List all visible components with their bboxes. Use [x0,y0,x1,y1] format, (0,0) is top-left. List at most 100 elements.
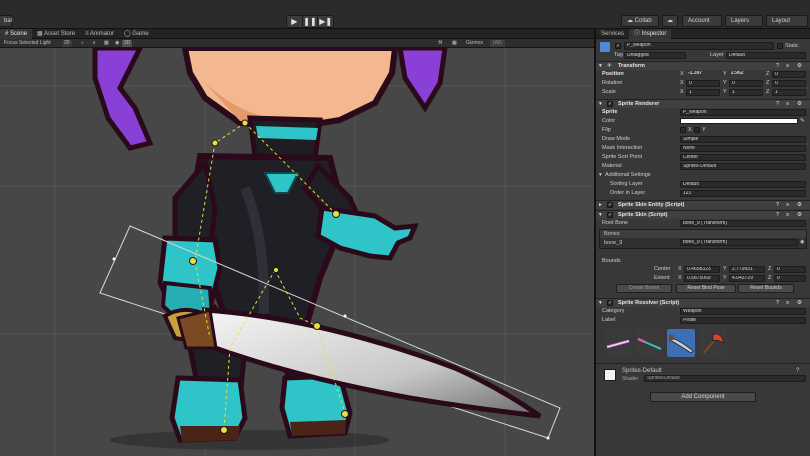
layout-dropdown[interactable]: Layout [766,15,808,27]
preset-icon[interactable]: ≡ [786,201,789,210]
tab-animator[interactable]: ≡ Animator [80,29,119,39]
bone-joint-shoulder[interactable] [211,139,219,147]
active-checkbox[interactable]: ✓ [615,43,621,49]
object-name-field[interactable]: P_weapon [624,42,774,50]
flip-x-checkbox[interactable] [680,127,686,133]
weapon-thumb-spear[interactable] [635,329,663,357]
sprite-field[interactable]: P_weapon [680,108,806,116]
tab-scene[interactable]: # Scene [0,29,33,39]
2d-mode-toggle[interactable]: 2D [122,40,133,47]
material-field[interactable]: Sprites-Default [680,162,806,170]
color-swatch[interactable] [680,118,798,124]
tab-inspector[interactable]: ⓘ Inspector [629,29,672,39]
sprite-skin-checkbox[interactable]: ✓ [607,212,613,218]
cloud-services-button[interactable]: ☁ [662,15,678,27]
account-dropdown[interactable]: Account [682,15,722,27]
eyedropper-icon[interactable]: ✎ [800,117,805,125]
step-icon[interactable]: ▶❚ [318,16,333,27]
scale-x-field[interactable]: 1 [686,88,720,96]
center-x-field[interactable]: 0.4658323 [684,265,720,273]
audio-icon[interactable]: ♬ [92,40,97,47]
position-z-field[interactable]: 0 [772,70,806,78]
center-z-field[interactable]: 0 [774,265,806,273]
shader-dropdown[interactable]: Sprites/Default [644,375,806,382]
layers-dropdown[interactable]: Layers [725,15,763,27]
sprite-skin-header[interactable]: ▾ ✓ Sprite Skin (Script) ? ≡ ⚙ [596,210,810,219]
settings-icon[interactable]: ⚙ [797,201,802,210]
scene-view[interactable] [0,48,594,456]
weapon-thumb-magic-wand[interactable] [604,329,632,357]
create-bones-button[interactable]: Create Bones [616,284,672,293]
rotation-y-field[interactable]: 0 [729,79,763,87]
mask-interaction-dropdown[interactable]: None [680,144,806,152]
scale-z-field[interactable]: 1 [772,88,806,96]
tab-services[interactable]: Services [596,29,629,39]
position-y-field[interactable]: 2.962 [729,71,759,78]
bone-row-field[interactable]: bone_9 (Transform) [680,239,798,246]
order-in-layer-field[interactable]: 121 [680,189,806,197]
lighting-icon[interactable]: ☼ [80,40,85,47]
draw-mode-dropdown[interactable]: Simple [680,135,806,143]
sprite-resolver-header[interactable]: ▾ ✓ Sprite Resolver (Script) ? ≡ ⚙ [596,298,810,307]
scene-search-input[interactable]: (All) [490,40,505,47]
static-checkbox[interactable] [777,43,783,49]
bone-joint-hand[interactable] [189,257,197,265]
bone-joint-head[interactable] [241,119,249,127]
rotation-z-field[interactable]: 0 [772,79,806,87]
extent-x-field[interactable]: 0.5875069 [684,274,720,282]
additional-settings-row[interactable]: ▾ Additional Settings [596,171,810,179]
tab-asset-store[interactable]: ▦ Asset Store [32,29,80,39]
play-icon[interactable]: ▶ [287,16,303,27]
extent-z-field[interactable]: 0 [774,274,806,282]
sprite-renderer-header[interactable]: ▾ ✓ Sprite Renderer ? ≡ ⚙ [596,99,810,108]
rotation-x-field[interactable]: 0 [686,79,720,87]
material-help-icon[interactable]: ? [796,368,799,374]
flip-y-checkbox[interactable] [694,127,700,133]
reset-bind-pose-button[interactable]: Reset Bind Pose [676,284,736,293]
tag-dropdown[interactable]: Untagged [624,51,686,59]
scale-y-field[interactable]: 1 [729,88,763,96]
effects-icon[interactable]: ▩ [104,40,109,47]
collab-button[interactable]: ☁ Collab [621,15,659,27]
reset-bounds-button[interactable]: Reset Bounds [738,284,794,293]
sprite-renderer-enabled-checkbox[interactable]: ✓ [607,101,613,107]
add-component-button[interactable]: Add Component [650,392,756,402]
gizmos-dropdown[interactable]: Gizmos [466,40,483,47]
bone-joint-elbow[interactable] [332,210,340,218]
sort-point-dropdown[interactable]: Center [680,153,806,161]
focus-selected-dropdown[interactable]: Focus Selected Light [4,40,51,47]
transform-header[interactable]: ▾ ✚ Transform ? ≡ ⚙ [596,61,810,70]
pause-icon[interactable]: ❚❚ [303,16,319,27]
layer-dropdown[interactable]: Default [726,51,806,59]
category-dropdown[interactable]: Weapon [680,307,806,315]
bone-joint-foot-left[interactable] [220,426,228,434]
bone-joint-foot-right[interactable] [341,410,349,418]
sprite-skin-entity-header[interactable]: ▸ ✓ Sprite Skin Entity (Script) ? ≡ ⚙ [596,200,810,209]
focus-value-field[interactable]: 20 [62,40,72,47]
tab-game[interactable]: ◯ Game [119,29,154,39]
sorting-layer-dropdown[interactable]: Default [680,180,806,188]
ground-shadow [110,430,390,450]
bone-joint-knee[interactable] [313,322,321,330]
weapon-thumb-pirate-sword[interactable] [667,329,695,357]
bone-joint-hip[interactable] [273,267,279,273]
sprite-skin-entity-checkbox[interactable]: ✓ [607,202,613,208]
camera-icon[interactable]: ▦ [452,40,457,47]
bounds-handle-2[interactable] [343,314,347,318]
left-toolbar-button[interactable]: bal [0,15,12,27]
bounds-handle-3[interactable] [546,436,550,440]
extent-y-field[interactable]: 4.043729 [729,274,765,282]
help-icon[interactable]: ? [776,201,779,210]
sprite-resolver-checkbox[interactable]: ✓ [607,300,613,306]
foldout-icon[interactable]: ▾ [599,171,602,179]
weapon-thumb-axe[interactable] [699,329,727,357]
hidden-objects-icon[interactable]: ◉ [115,40,119,47]
center-y-field[interactable]: 2.779931 [729,265,765,273]
label-dropdown[interactable]: Pirate [680,316,806,324]
bounds-handle-1[interactable] [112,257,116,261]
root-bone-field[interactable]: bone_9 (Transform) [680,219,806,227]
position-x-field[interactable]: -1.397 [686,71,716,78]
tools-icon[interactable]: ⚒ [438,40,442,47]
object-picker-icon[interactable]: ◉ [800,239,804,245]
foldout-icon[interactable]: ▸ [599,201,602,210]
